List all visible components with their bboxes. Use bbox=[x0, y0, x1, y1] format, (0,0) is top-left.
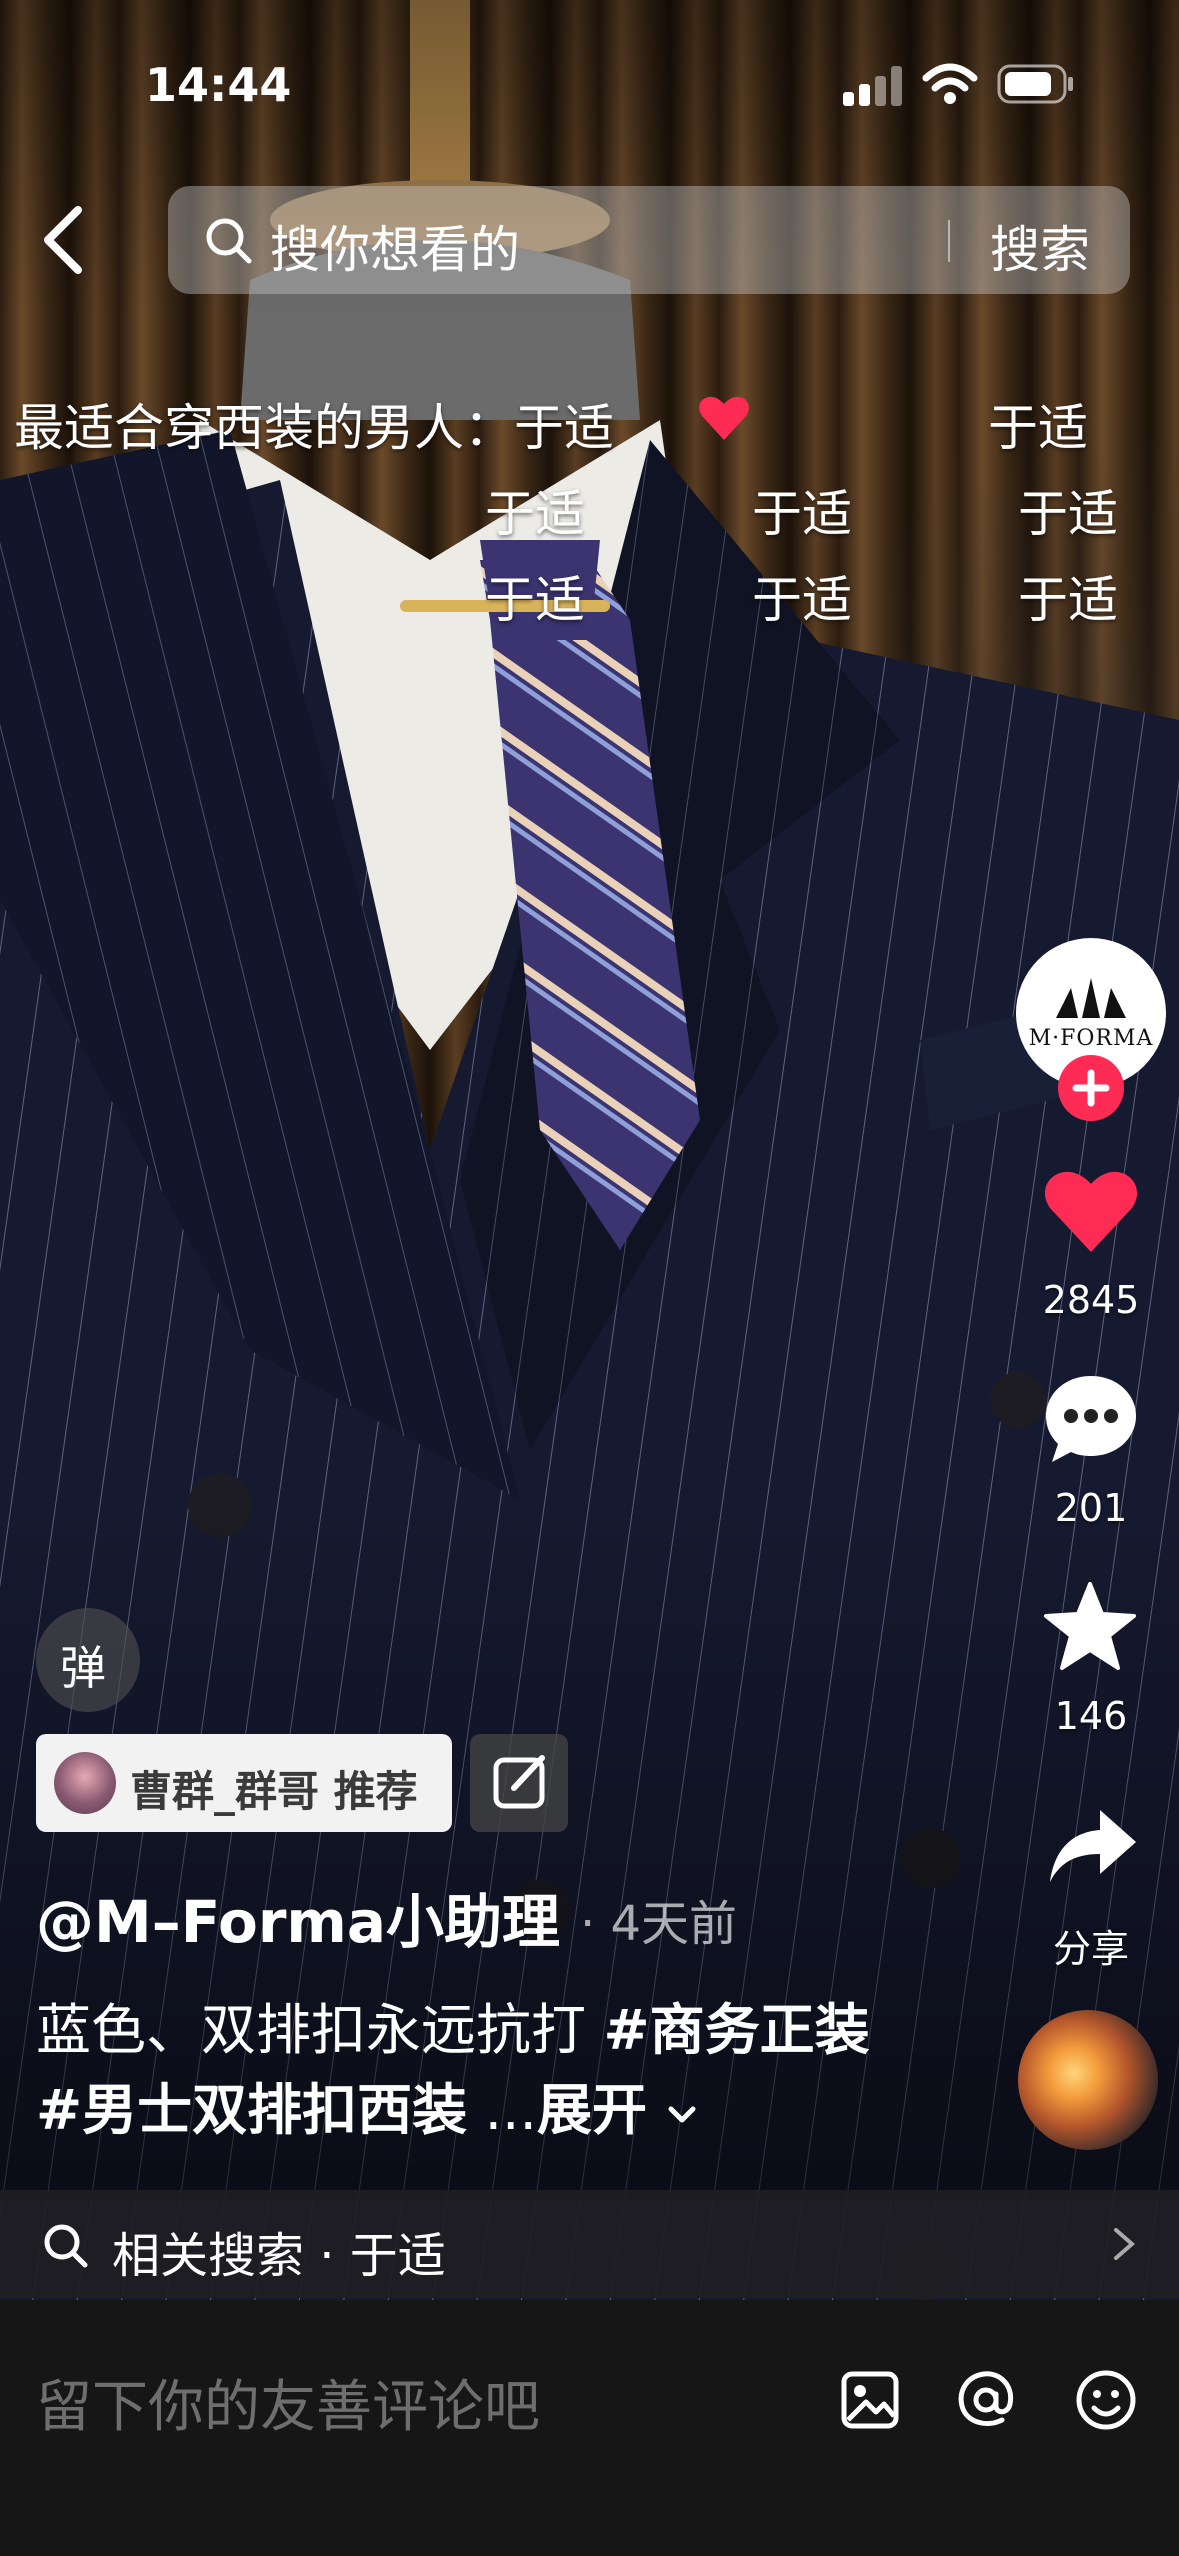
follow-button[interactable] bbox=[1058, 1055, 1124, 1121]
wifi-icon bbox=[922, 63, 978, 104]
caption-ellipsis: ... bbox=[467, 2078, 538, 2142]
search-placeholder[interactable]: 搜你想看的 bbox=[270, 210, 520, 282]
comment-input[interactable]: 留下你的友善评论吧 bbox=[36, 2362, 540, 2443]
author-name[interactable]: @M–Forma小助理 bbox=[36, 1875, 560, 1959]
recommender-avatar bbox=[54, 1752, 116, 1814]
comment-count: 201 bbox=[1054, 1486, 1128, 1530]
recommend-tag[interactable]: 曹群_群哥 推荐 bbox=[36, 1734, 452, 1832]
share-icon[interactable] bbox=[1046, 1806, 1140, 1886]
comment-icon[interactable] bbox=[1042, 1372, 1140, 1466]
post-caption[interactable]: 蓝色、双排扣永远抗打 #商务正装 #男士双排扣西装 ...展开 bbox=[36, 1990, 906, 2150]
expand-button[interactable]: 展开 bbox=[537, 2078, 647, 2142]
danmaku-toggle-label: 弹 bbox=[60, 1641, 106, 1695]
cellular-signal-icon bbox=[843, 66, 903, 106]
danmaku-comment: 于适 bbox=[752, 571, 852, 629]
recommend-text: 曹群_群哥 推荐 bbox=[130, 1767, 418, 1816]
post-time: · 4天前 bbox=[580, 1896, 738, 1952]
status-time: 14:44 bbox=[145, 58, 292, 112]
danmaku-comment: 于适 bbox=[752, 485, 852, 543]
like-icon[interactable] bbox=[1042, 1166, 1140, 1256]
brand-name: M·FORMA bbox=[1028, 1026, 1154, 1051]
danmaku-comment: 于适 bbox=[485, 571, 585, 629]
emoji-icon[interactable] bbox=[1070, 2364, 1142, 2436]
comment-bar: 留下你的友善评论吧 bbox=[0, 2300, 1179, 2556]
related-search-label: 相关搜索 · 于适 bbox=[112, 2228, 446, 2284]
search-button[interactable]: 搜索 bbox=[990, 210, 1090, 282]
favorite-count: 146 bbox=[1054, 1694, 1128, 1738]
edit-button[interactable] bbox=[470, 1734, 568, 1832]
caption-text: 蓝色、双排扣永远抗打 bbox=[36, 1998, 604, 2062]
hashtag[interactable]: #男士双排扣西装 bbox=[36, 2078, 467, 2142]
favorite-star-icon[interactable] bbox=[1042, 1580, 1138, 1672]
back-icon[interactable] bbox=[34, 200, 94, 280]
status-bar: 14:44 bbox=[0, 0, 1179, 150]
danmaku-comment: 于适 bbox=[988, 399, 1088, 457]
danmaku-comment: 于适 bbox=[485, 485, 585, 543]
search-divider bbox=[948, 220, 950, 262]
like-count: 2845 bbox=[1042, 1278, 1140, 1322]
danmaku-comment: 于适 bbox=[1018, 485, 1118, 543]
plus-icon bbox=[1072, 1069, 1110, 1107]
search-icon bbox=[206, 218, 252, 264]
image-icon[interactable] bbox=[834, 2364, 906, 2436]
music-disc-avatar[interactable] bbox=[1018, 2010, 1158, 2150]
chevron-right-icon bbox=[1114, 2228, 1136, 2260]
search-bar[interactable]: 搜你想看的 搜索 bbox=[168, 186, 1130, 294]
mention-icon[interactable] bbox=[950, 2364, 1022, 2436]
danmaku-comment: 于适 bbox=[1018, 571, 1118, 629]
battery-icon bbox=[997, 64, 1073, 104]
heart-icon bbox=[699, 396, 749, 440]
hashtag[interactable]: #商务正装 bbox=[603, 1998, 869, 2062]
share-label[interactable]: 分享 bbox=[1001, 1918, 1179, 1973]
search-icon bbox=[44, 2224, 88, 2268]
edit-icon bbox=[493, 1755, 545, 1809]
chevron-down-icon[interactable] bbox=[665, 2097, 699, 2131]
danmaku-comment: 最适合穿西装的男人：于适 bbox=[14, 399, 614, 457]
related-search-bar[interactable]: 相关搜索 · 于适 bbox=[0, 2190, 1179, 2298]
danmaku-toggle-button[interactable]: 弹 bbox=[36, 1608, 140, 1712]
